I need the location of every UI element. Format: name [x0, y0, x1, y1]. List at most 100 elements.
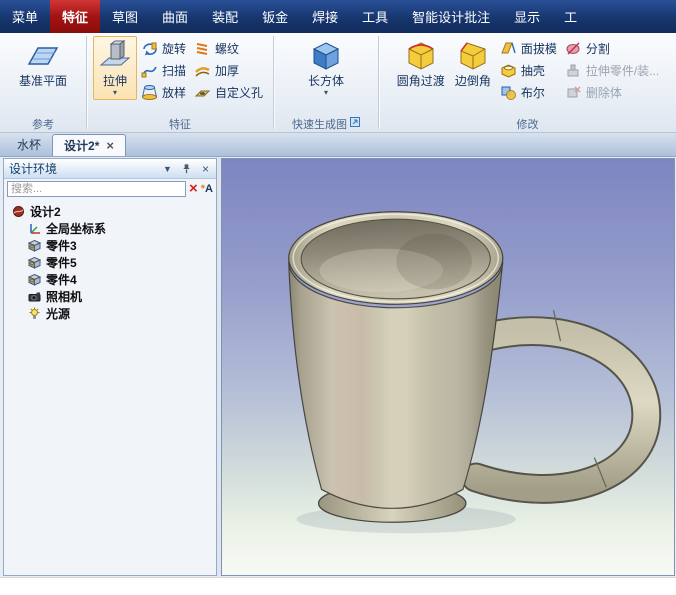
- search-options-icon[interactable]: *A: [201, 182, 213, 196]
- box-icon: [309, 39, 343, 73]
- chamfer-label: 边倒角: [454, 74, 491, 88]
- part-icon: [27, 239, 42, 252]
- boolean-button[interactable]: 布尔: [496, 82, 561, 102]
- mug-model: [222, 159, 674, 575]
- doc-tab-design2[interactable]: 设计2* ×: [52, 134, 126, 156]
- tree-item-label: 全局坐标系: [46, 222, 107, 236]
- doc-tab-cup-label: 水杯: [17, 138, 42, 152]
- viewport-3d[interactable]: [221, 158, 675, 576]
- group-label-quick-text: 快速生成图: [292, 118, 347, 131]
- thread-icon: [194, 40, 211, 57]
- part-icon: [27, 256, 42, 269]
- box-dropdown-icon[interactable]: ▾: [324, 88, 328, 97]
- panel-header: 设计环境 ▼ ×: [4, 159, 216, 179]
- datum-plane-button[interactable]: 基准平面: [14, 36, 72, 91]
- draft-button[interactable]: 面拔模: [496, 38, 561, 58]
- fillet-button[interactable]: 圆角过渡: [392, 36, 450, 91]
- delete-body-icon: [565, 84, 582, 101]
- panel-menu-icon[interactable]: ▼: [160, 164, 175, 174]
- close-tab-icon[interactable]: ×: [106, 139, 114, 152]
- menu-tab-feature[interactable]: 特征: [50, 0, 101, 33]
- panel-title: 设计环境: [9, 162, 58, 176]
- search-input[interactable]: [7, 181, 186, 197]
- split-icon: [565, 40, 582, 57]
- tree-item-label: 零件4: [46, 273, 77, 287]
- draft-label: 面拔模: [520, 41, 557, 56]
- menu-tab-smart-annotation[interactable]: 智能设计批注: [400, 0, 502, 33]
- menu-tab-sketch[interactable]: 草图: [100, 0, 150, 33]
- fillet-label: 圆角过渡: [396, 74, 445, 88]
- extrude-part-label: 拉伸零件/装...: [585, 63, 660, 78]
- part-icon: [27, 273, 42, 286]
- ribbon-group-modify: 圆角过渡 边倒角 面拔模 抽壳 布尔 分割 拉伸零件/装... 删除体 修改: [379, 33, 676, 132]
- thicken-button[interactable]: 加厚: [190, 60, 267, 80]
- camera-icon: [28, 290, 41, 303]
- pin-icon[interactable]: [179, 163, 194, 174]
- draft-icon: [500, 40, 517, 57]
- thread-label: 螺纹: [215, 41, 240, 56]
- mug-rim: [288, 211, 504, 305]
- menu-tab-surface[interactable]: 曲面: [150, 0, 200, 33]
- revolve-button[interactable]: 旋转: [137, 38, 190, 58]
- shell-label: 抽壳: [520, 63, 545, 78]
- datum-plane-label: 基准平面: [18, 74, 67, 88]
- clear-search-icon[interactable]: ×: [189, 181, 198, 196]
- tree-item-label: 照相机: [46, 290, 83, 304]
- menu-tab-tools[interactable]: 工具: [350, 0, 400, 33]
- sweep-label: 扫描: [161, 63, 186, 78]
- status-bar: [0, 577, 676, 595]
- thicken-icon: [194, 62, 211, 79]
- shell-button[interactable]: 抽壳: [496, 60, 561, 80]
- search-row: × *A: [4, 179, 216, 199]
- tree-item-coordinate-system[interactable]: 全局坐标系: [6, 220, 214, 237]
- menu-tab-assembly[interactable]: 装配: [200, 0, 250, 33]
- group-label-reference-text: 参考: [32, 118, 54, 131]
- extrude-dropdown-icon[interactable]: ▾: [113, 88, 117, 97]
- extrude-button[interactable]: 拉伸 ▾: [92, 36, 137, 100]
- menu-tab-sheet-metal[interactable]: 钣金: [250, 0, 300, 33]
- group-label-modify: 修改: [379, 115, 676, 132]
- extrude-part-icon: [565, 62, 582, 79]
- box-button[interactable]: 长方体 ▾: [303, 36, 349, 100]
- boolean-label: 布尔: [520, 85, 545, 100]
- group-label-quick: 快速生成图: [274, 115, 378, 132]
- delete-body-button[interactable]: 删除体: [561, 82, 663, 102]
- loft-button[interactable]: 放样: [137, 82, 190, 102]
- chamfer-icon: [456, 39, 490, 73]
- chamfer-button[interactable]: 边倒角: [450, 36, 496, 91]
- tree-item-label: 设计2: [30, 205, 61, 219]
- tree-item-part5[interactable]: 零件5: [6, 254, 214, 271]
- quick-group-launcher-icon[interactable]: [350, 117, 360, 130]
- design-tree-panel: 设计环境 ▼ × × *A: [3, 158, 217, 576]
- loft-label: 放样: [161, 85, 186, 100]
- tree-item-design2[interactable]: 设计2: [6, 203, 214, 220]
- group-label-feature: 特征: [87, 115, 273, 132]
- tree-item-camera[interactable]: 照相机: [6, 288, 214, 305]
- sweep-button[interactable]: 扫描: [137, 60, 190, 80]
- custom-hole-icon: [194, 84, 211, 101]
- app-window: 菜单 特征 草图 曲面 装配 钣金 焊接 工具 智能设计批注 显示 工 基准平面…: [0, 0, 676, 595]
- group-label-feature-text: 特征: [169, 118, 191, 131]
- panel-close-icon[interactable]: ×: [198, 162, 213, 176]
- datum-plane-icon: [26, 39, 60, 73]
- thread-button[interactable]: 螺纹: [190, 38, 267, 58]
- tree-item-light[interactable]: 光源: [6, 305, 214, 322]
- extrude-label: 拉伸: [102, 74, 127, 88]
- menu-tab-menu[interactable]: 菜单: [0, 0, 50, 33]
- split-button[interactable]: 分割: [561, 38, 663, 58]
- group-label-reference: 参考: [0, 115, 86, 132]
- tree-item-part4[interactable]: 零件4: [6, 271, 214, 288]
- extrude-part-button[interactable]: 拉伸零件/装...: [561, 60, 663, 80]
- revolve-icon: [141, 40, 158, 57]
- menu-tab-overflow[interactable]: 工: [552, 0, 589, 33]
- light-icon: [28, 307, 41, 320]
- tree-item-part3[interactable]: 零件3: [6, 237, 214, 254]
- tree-item-label: 零件5: [46, 256, 77, 270]
- menu-tab-welding[interactable]: 焊接: [300, 0, 350, 33]
- doc-tab-cup[interactable]: 水杯: [6, 133, 52, 156]
- model-tree: 设计2 全局坐标系 零件3 零件5 零件4 照相机 光源: [4, 199, 216, 575]
- menubar: 菜单 特征 草图 曲面 装配 钣金 焊接 工具 智能设计批注 显示 工: [0, 0, 676, 33]
- menu-tab-display[interactable]: 显示: [502, 0, 552, 33]
- axes-icon: [28, 222, 41, 235]
- custom-hole-button[interactable]: 自定义孔: [190, 82, 267, 102]
